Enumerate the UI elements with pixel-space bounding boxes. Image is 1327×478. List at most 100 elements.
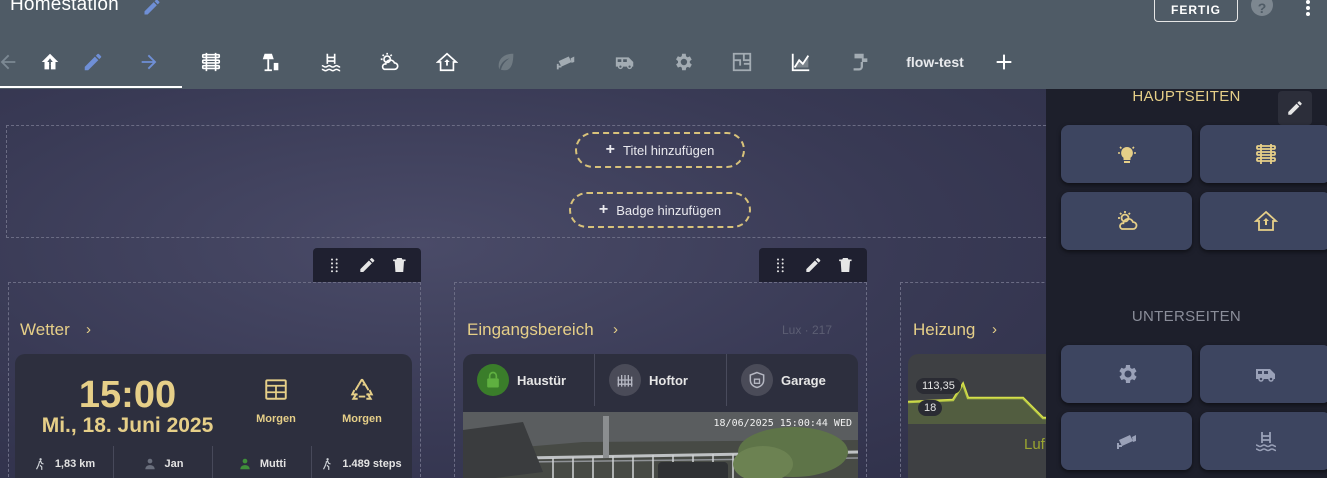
panel-edit-button[interactable] bbox=[1278, 91, 1312, 125]
clock-time: 15:00 bbox=[78, 374, 177, 416]
pencil-icon[interactable] bbox=[358, 255, 377, 275]
view-tabs: flow-test bbox=[0, 40, 1040, 89]
drag-handle-icon[interactable] bbox=[771, 255, 790, 275]
door-hoftor-label: Hoftor bbox=[649, 372, 688, 388]
plus-icon: + bbox=[605, 141, 616, 158]
heating-graph bbox=[908, 381, 1046, 424]
door-hoftor[interactable]: Hoftor bbox=[595, 354, 727, 406]
stat-person-mutti: Mutti bbox=[213, 446, 312, 478]
tab-faucet[interactable] bbox=[840, 40, 880, 84]
chevron-right-icon[interactable]: › bbox=[992, 321, 997, 338]
outdoor-lamp-icon bbox=[262, 53, 279, 72]
calendar-tile[interactable]: Morgen bbox=[241, 376, 311, 425]
add-title-label: Titel hinzufügen bbox=[623, 142, 715, 158]
more-menu-icon[interactable] bbox=[1303, 0, 1313, 16]
pencil-icon bbox=[1288, 101, 1302, 115]
nav-button-settings[interactable] bbox=[1061, 345, 1192, 403]
garage-shield-icon bbox=[741, 364, 773, 396]
back-arrow-icon[interactable] bbox=[0, 40, 28, 84]
van-icon bbox=[1255, 369, 1275, 382]
home-icon bbox=[436, 52, 458, 72]
add-view-button[interactable] bbox=[984, 40, 1024, 84]
drag-handle-icon[interactable] bbox=[325, 255, 344, 275]
add-badge-button[interactable]: + Badge hinzufügen bbox=[569, 192, 751, 228]
chevron-right-icon[interactable]: › bbox=[86, 321, 91, 338]
done-button[interactable]: FERTIG bbox=[1154, 0, 1238, 22]
tab-outdoor-lamp[interactable] bbox=[251, 40, 291, 84]
active-tab-indicator bbox=[0, 86, 182, 88]
stat-distance: 1,83 km bbox=[15, 446, 114, 478]
heating-partial-label: Luf bbox=[1024, 436, 1045, 453]
gear-icon bbox=[676, 53, 692, 71]
recycle-tile[interactable]: Morgen bbox=[327, 376, 397, 425]
stats-row: 1,83 km Jan Mutti 1.489 steps bbox=[15, 446, 410, 478]
plus-icon: + bbox=[598, 201, 609, 218]
pencil-icon bbox=[84, 53, 102, 71]
section-title-weather[interactable]: Wetter bbox=[20, 320, 70, 340]
home-icon bbox=[1253, 210, 1278, 231]
pencil-icon[interactable] bbox=[804, 255, 823, 275]
forward-arrow-icon[interactable] bbox=[129, 40, 169, 84]
dashboard-canvas: + Titel hinzufügen + Badge hinzufügen We… bbox=[0, 89, 1046, 478]
nav-button-weather[interactable] bbox=[1061, 192, 1192, 250]
stat-person-jan-value: Jan bbox=[164, 458, 184, 470]
security-camera-icon bbox=[556, 56, 575, 70]
heating-value-top: 113,35 bbox=[916, 378, 961, 394]
secondary-pages-heading: UNTERSEITEN bbox=[1131, 308, 1242, 325]
help-icon[interactable]: ? bbox=[1251, 0, 1273, 16]
floor-plan-icon bbox=[732, 52, 752, 72]
nav-button-lights[interactable] bbox=[1061, 125, 1192, 183]
door-garage-label: Garage bbox=[781, 372, 826, 388]
stat-steps-value: 1.489 steps bbox=[342, 458, 402, 470]
trash-icon[interactable] bbox=[390, 255, 409, 275]
door-row: Haustür Hoftor Garage bbox=[463, 354, 858, 406]
camera-feed[interactable]: 18/06/2025 15:00:44 WED bbox=[463, 412, 858, 478]
gear-icon bbox=[1118, 365, 1137, 383]
nav-button-heating[interactable] bbox=[1200, 125, 1327, 183]
walk-icon bbox=[323, 458, 332, 470]
entrance-card: Haustür Hoftor Garage 18/06/2025 15:00:4… bbox=[463, 354, 858, 478]
stat-steps: 1.489 steps bbox=[312, 446, 410, 478]
heating-graph-card[interactable]: 113,35 18 Luf bbox=[908, 354, 1046, 478]
nav-button-van[interactable] bbox=[1200, 345, 1327, 403]
trash-icon[interactable] bbox=[836, 255, 855, 275]
tab-radiator[interactable] bbox=[191, 40, 231, 84]
faucet-icon bbox=[853, 53, 868, 71]
door-haustuer[interactable]: Haustür bbox=[463, 354, 595, 406]
lock-icon bbox=[477, 364, 509, 396]
tab-edit[interactable] bbox=[73, 40, 113, 84]
leaf-icon bbox=[498, 53, 514, 71]
chart-icon bbox=[791, 53, 810, 72]
add-title-button[interactable]: + Titel hinzufügen bbox=[575, 132, 745, 168]
nav-button-camera[interactable] bbox=[1061, 412, 1192, 470]
recycle-icon bbox=[350, 378, 374, 400]
tab-security-camera[interactable] bbox=[546, 40, 586, 84]
tab-home[interactable] bbox=[427, 40, 467, 84]
pool-icon bbox=[1255, 432, 1276, 452]
section-title-heating[interactable]: Heizung bbox=[913, 320, 975, 340]
nav-button-home[interactable] bbox=[1200, 192, 1327, 250]
section-title-entrance[interactable]: Eingangsbereich bbox=[467, 320, 594, 340]
tab-floor-plan[interactable] bbox=[722, 40, 762, 84]
tab-weather[interactable] bbox=[369, 40, 409, 84]
tab-home-tree[interactable] bbox=[30, 40, 70, 84]
tab-chart[interactable] bbox=[781, 40, 821, 84]
door-garage[interactable]: Garage bbox=[727, 354, 858, 406]
tab-settings[interactable] bbox=[663, 40, 703, 84]
nav-button-pool[interactable] bbox=[1200, 412, 1327, 470]
calendar-icon bbox=[265, 379, 287, 400]
walk-icon bbox=[35, 458, 44, 470]
tab-leaf[interactable] bbox=[486, 40, 526, 84]
dashboard-title: Homestation bbox=[10, 0, 119, 15]
tab-van[interactable] bbox=[605, 40, 645, 84]
clock-weather-card[interactable]: 15:00 Mi., 18. Juni 2025 Morgen Morgen 1… bbox=[15, 354, 412, 478]
navigation-panel: HAUPTSEITEN UNTERSEITEN bbox=[1046, 88, 1327, 478]
pencil-icon[interactable] bbox=[142, 0, 162, 17]
gate-icon bbox=[609, 364, 641, 396]
stat-person-mutti-value: Mutti bbox=[259, 458, 287, 470]
chevron-right-icon[interactable]: › bbox=[613, 321, 618, 338]
tab-pool[interactable] bbox=[311, 40, 351, 84]
tab-flow-test[interactable]: flow-test bbox=[903, 40, 967, 84]
door-haustuer-label: Haustür bbox=[517, 372, 567, 388]
heating-value-bottom: 18 bbox=[918, 400, 943, 416]
